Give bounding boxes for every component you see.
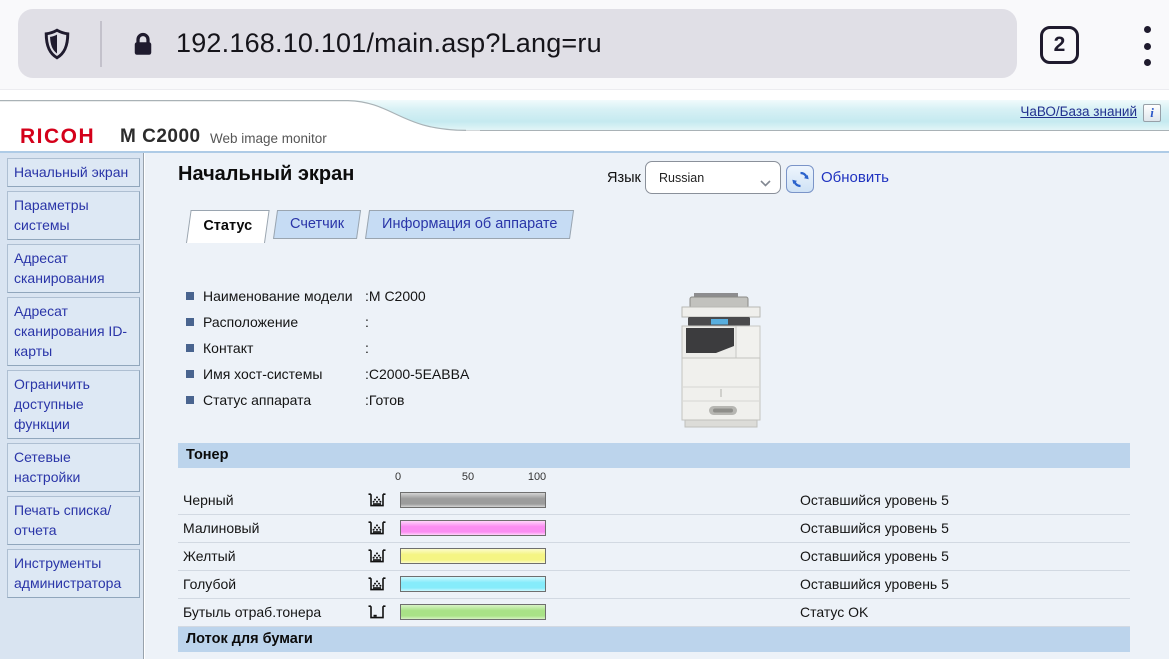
toner-level-bar [400,604,546,620]
model-name: M C2000 [120,126,201,147]
device-info-row: Расположение : [186,309,656,335]
toner-row-black: Черный Оставшийся уровень 5 [178,487,1130,515]
browser-toolbar: 192.168.10.101/main.asp?Lang=ru 2 [0,0,1169,90]
sidebar-nav: Начальный экран Параметры системы Адреса… [0,153,144,659]
toner-level-bar [400,576,546,592]
bullet-icon [186,318,194,326]
bullet-icon [186,292,194,300]
printer-image [678,291,770,429]
sidebar-item-print-list-report[interactable]: Печать списка/отчета [7,496,140,545]
toner-scale: 0 50 100 [394,471,547,483]
ricoh-logo: RICOH [20,125,96,148]
sidebar-item-home[interactable]: Начальный экран [7,158,140,187]
device-info-row: Статус аппарата :Готов [186,387,656,413]
app-name: Web image monitor [210,131,327,146]
toner-row-cyan: Голубой Оставшийся уровень 5 [178,571,1130,599]
site-header: ЧаВО/База знаний i RICOH M C2000 Web ima… [0,91,1169,153]
lock-icon[interactable] [128,27,158,61]
tab-counter-page[interactable]: Счетчик [272,210,362,239]
tab-counter-button[interactable]: 2 [1040,26,1079,64]
refresh-button[interactable] [786,165,814,193]
divider [100,20,102,67]
paper-tray-section-header: Лоток для бумаги [178,627,1130,652]
browser-menu-button[interactable] [1140,24,1154,68]
toner-cartridge-icon [367,521,387,541]
bullet-icon [186,344,194,352]
toner-level-bar [400,520,546,536]
toner-section: Тонер 0 50 100 Черный Оставшийся уровень… [178,443,1130,652]
sidebar-item-system-settings[interactable]: Параметры системы [7,191,140,240]
toner-cartridge-icon [367,577,387,597]
toner-level-bar [400,548,546,564]
tab-count: 2 [1053,33,1066,56]
device-info-row: Контакт : [186,335,656,361]
device-info-row: Наименование модели :M C2000 [186,283,656,309]
language-label: Язык [607,170,641,186]
sidebar-item-scan-destination[interactable]: Адресат сканирования [7,244,140,293]
faq-knowledge-base-link[interactable]: ЧаВО/База знаний [1020,104,1137,119]
refresh-link[interactable]: Обновить [821,169,889,186]
tracking-protection-shield-icon[interactable] [40,25,74,63]
refresh-icon [791,171,809,187]
toner-cartridge-icon [367,493,387,513]
toner-row-waste-bottle: Бутыль отраб.тонера Статус OK [178,599,1130,627]
language-selected-value: Russian [659,171,705,185]
info-icon[interactable]: i [1143,104,1161,122]
language-select[interactable]: Russian [645,161,781,194]
device-info-list: Наименование модели :M C2000 Расположени… [186,283,656,413]
bullet-icon [186,396,194,404]
sidebar-item-restrict-functions[interactable]: Ограничить доступные функции [7,370,140,439]
toner-row-magenta: Малиновый Оставшийся уровень 5 [178,515,1130,543]
tab-status[interactable]: Статус [186,210,270,243]
bullet-icon [186,370,194,378]
sidebar-item-admin-tools[interactable]: Инструменты администратора [7,549,140,598]
sidebar-item-network-settings[interactable]: Сетевые настройки [7,443,140,492]
page: 192.168.10.101/main.asp?Lang=ru 2 ЧаВО/Б… [0,0,1169,659]
url-text[interactable]: 192.168.10.101/main.asp?Lang=ru [176,28,602,59]
address-bar[interactable]: 192.168.10.101/main.asp?Lang=ru [18,9,1017,78]
page-title: Начальный экран [178,163,355,185]
tab-bar: Статус Счетчик Информация об аппарате [186,210,575,243]
tab-device-info[interactable]: Информация об аппарате [364,210,575,239]
chevron-down-icon [760,174,771,192]
sidebar-item-id-card-scan-destination[interactable]: Адресат сканирования ID-карты [7,297,140,366]
toner-level-bar [400,492,546,508]
toner-cartridge-icon [367,549,387,569]
toner-section-header: Тонер [178,443,1130,468]
toner-row-yellow: Желтый Оставшийся уровень 5 [178,543,1130,571]
waste-bottle-icon [367,605,387,625]
device-info-row: Имя хост-системы :C2000-5EABBA [186,361,656,387]
